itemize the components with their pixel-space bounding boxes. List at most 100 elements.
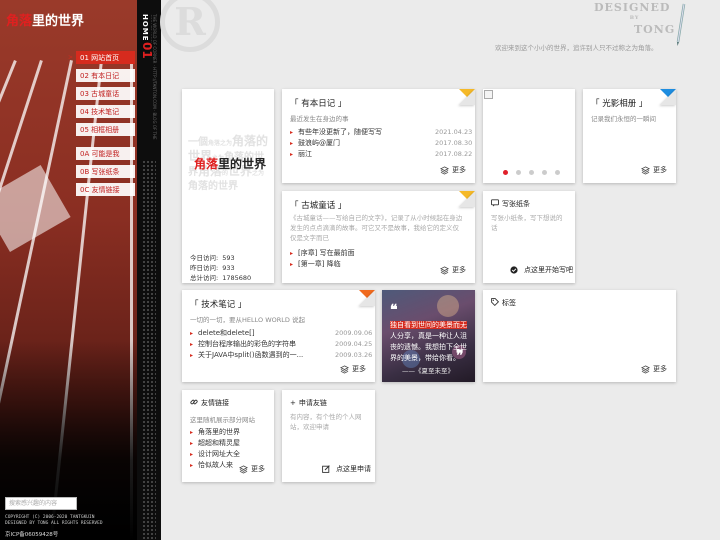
- nav-item-diary[interactable]: 02 有本日记: [76, 69, 135, 82]
- photo-album-card: 「 光影相册 」 记录我们永恒的一瞬间 更多: [583, 89, 676, 183]
- card-subtitle: 最近发生在身边的事: [290, 115, 349, 123]
- card-title[interactable]: 标签: [491, 298, 516, 308]
- layers-icon: [239, 464, 248, 474]
- nav-label: 03 古城童话: [80, 89, 120, 98]
- tech-notes-card: 「 技术笔记 」 一切的一切，要从HELLO WORLD 说起 delete和d…: [182, 290, 375, 382]
- list-item[interactable]: 有些年没更新了，随便写写2021.04.23: [290, 127, 472, 138]
- list-item[interactable]: [第一章] 降临: [290, 259, 355, 270]
- image-placeholder-icon: [484, 90, 493, 99]
- slider-dots: [503, 170, 560, 175]
- nav-label: 02 有本日记: [80, 71, 120, 80]
- layers-icon: [641, 165, 650, 175]
- site-logo[interactable]: 角落里的世界: [6, 10, 84, 29]
- icp-number[interactable]: 京ICP备06059428号: [5, 530, 58, 538]
- card-subtitle: 记录我们永恒的一瞬间: [591, 115, 656, 123]
- more-button[interactable]: 更多: [440, 165, 466, 175]
- message-icon: [491, 199, 499, 207]
- more-button[interactable]: 更多: [641, 364, 667, 374]
- layers-icon: [440, 165, 449, 175]
- more-button[interactable]: 更多: [440, 265, 466, 275]
- nav-label: 01 网站首页: [80, 53, 120, 62]
- nav-label: 04 技术笔记: [80, 107, 120, 116]
- nav-item-fairy-tale[interactable]: 03 古城童话: [76, 87, 135, 100]
- list-item[interactable]: 恰似故人来: [190, 460, 240, 471]
- card-subtitle: 这里随机展示部分网站: [190, 416, 255, 424]
- layers-icon: [440, 265, 449, 275]
- main-nav: > 01 网站首页 02 有本日记 03 古城童话 04 技术笔记 05 相框相…: [68, 51, 135, 201]
- slider-dot[interactable]: [529, 170, 534, 175]
- nav-item-album[interactable]: 05 相框相册: [76, 123, 135, 136]
- link-icon: [190, 399, 198, 405]
- home-label: HOME: [141, 14, 149, 42]
- list-item[interactable]: delete和delete[]2009.09.06: [190, 328, 372, 339]
- open-quote-icon: ❝: [390, 302, 398, 318]
- diary-card: 「 有本日记 」 最近发生在身边的事 有些年没更新了，随便写写2021.04.2…: [282, 89, 475, 183]
- strip-text: THE WORLD OF CORNER · HTTP://TANTON.COM …: [151, 14, 157, 140]
- card-title[interactable]: 「 古城童话 」: [290, 199, 346, 211]
- friend-links-card: 友情链接 这里随机展示部分网站 角落里的世界 超超和精灵屋 设计网址大全 恰似故…: [182, 390, 274, 482]
- nav-label: 0A 可能是我: [80, 149, 120, 158]
- layers-icon: [340, 364, 349, 374]
- quote-source: ——《夏至未至》: [402, 367, 454, 375]
- card-title[interactable]: 「 光影相册 」: [591, 97, 647, 109]
- layers-icon: [641, 364, 650, 374]
- slider-dot[interactable]: [542, 170, 547, 175]
- fairy-tale-list: [序章] 写在最前面 [第一章] 降临: [290, 248, 355, 270]
- edit-icon: [322, 465, 330, 473]
- card-description: 写张小纸条，写下想说的话: [491, 214, 563, 232]
- card-description: 《古城童话——写给自己的文字》，记录了从小时候起在身边发生的点点滴滴的故事。可它…: [290, 214, 463, 242]
- nav-label: 0C 友情链接: [80, 185, 120, 194]
- arrow-right-icon: >: [68, 54, 74, 61]
- search-input[interactable]: 搜索感兴趣的内容: [5, 497, 77, 510]
- vertical-strip: HOME 01 THE WORLD OF CORNER · HTTP://TAN…: [137, 0, 161, 540]
- nav-item-links[interactable]: 0C 友情链接: [76, 183, 135, 196]
- list-item[interactable]: 角落里的世界: [190, 427, 240, 438]
- nav-label: 05 相框相册: [80, 125, 120, 134]
- friend-links-list: 角落里的世界 超超和精灵屋 设计网址大全 恰似故人来: [190, 427, 240, 471]
- nav-item-notes[interactable]: 0B 写张纸条: [76, 165, 135, 178]
- card-title[interactable]: 友情链接: [190, 398, 229, 408]
- card-title[interactable]: 「 有本日记 」: [290, 97, 346, 109]
- list-item[interactable]: 设计网址大全: [190, 449, 240, 460]
- more-button[interactable]: 更多: [239, 464, 265, 474]
- quote-card: ❝ ❞ 独自看到世间的美景而无 人分享，真是一种让人沮 丧的遗憾。我想拍下全世 …: [382, 290, 475, 382]
- list-item[interactable]: 丽江2017.08.22: [290, 149, 472, 160]
- nav-label: 0B 写张纸条: [80, 167, 120, 176]
- registered-watermark-icon: R: [160, 0, 220, 52]
- dot-pattern: [142, 160, 156, 540]
- list-item[interactable]: 关于JAVA中split()函数遇到的一...2009.03.26: [190, 350, 372, 361]
- copyright: COPYRIGHT (C) 2006-2020 TANTGKUIN DESIGN…: [5, 515, 103, 526]
- nav-item-home[interactable]: > 01 网站首页: [68, 51, 135, 64]
- folded-corner: [459, 191, 475, 207]
- folded-corner: [459, 89, 475, 105]
- stats-card: 一個角落之为角落的世界之为角落的世界角落的世界之为角落的世界 角落里的世界 今日…: [182, 89, 274, 283]
- bokeh-light: [437, 295, 459, 317]
- folded-corner: [660, 89, 676, 105]
- slider-dot[interactable]: [516, 170, 521, 175]
- card-logo: 角落里的世界: [194, 157, 267, 171]
- start-writing-button[interactable]: 点这里开始写吧: [510, 265, 573, 275]
- list-item[interactable]: 超超和精灵屋: [190, 438, 240, 449]
- nav-item-tech-notes[interactable]: 04 技术笔记: [76, 105, 135, 118]
- slider-dot[interactable]: [503, 170, 508, 175]
- list-item[interactable]: 控制台程序输出的彩色的字符串2009.04.25: [190, 339, 372, 350]
- designed-by-logo: DESIGNED BY TONG: [594, 1, 676, 36]
- list-item[interactable]: 鼓浪屿@厦门2017.08.30: [290, 138, 472, 149]
- card-title[interactable]: 写张纸条: [491, 199, 530, 209]
- more-button[interactable]: 更多: [641, 165, 667, 175]
- visit-stats: 今日访问: 593 昨日访问: 933 总计访问: 1785680: [190, 254, 252, 282]
- card-title[interactable]: 「 技术笔记 」: [190, 298, 246, 310]
- nav-item-about[interactable]: 0A 可能是我: [76, 147, 135, 160]
- card-description: 有内容，有个性的个人网站，欢迎申请: [290, 413, 362, 431]
- list-item[interactable]: [序章] 写在最前面: [290, 248, 355, 259]
- pen-icon: [676, 3, 686, 46]
- sidebar: 角落里的世界 > 01 网站首页 02 有本日记 03 古城童话 04 技术笔记…: [0, 0, 137, 540]
- apply-button[interactable]: 点这里申请: [322, 464, 371, 474]
- slider-dot[interactable]: [555, 170, 560, 175]
- more-button[interactable]: 更多: [340, 364, 366, 374]
- tag-icon: [491, 298, 499, 306]
- card-subtitle: 一切的一切，要从HELLO WORLD 说起: [190, 316, 305, 324]
- card-title[interactable]: + 申请友链: [290, 398, 327, 408]
- tags-card: 标签 更多: [483, 290, 676, 382]
- fairy-tale-card: 「 古城童话 」 《古城童话——写给自己的文字》，记录了从小时候起在身边发生的点…: [282, 191, 475, 283]
